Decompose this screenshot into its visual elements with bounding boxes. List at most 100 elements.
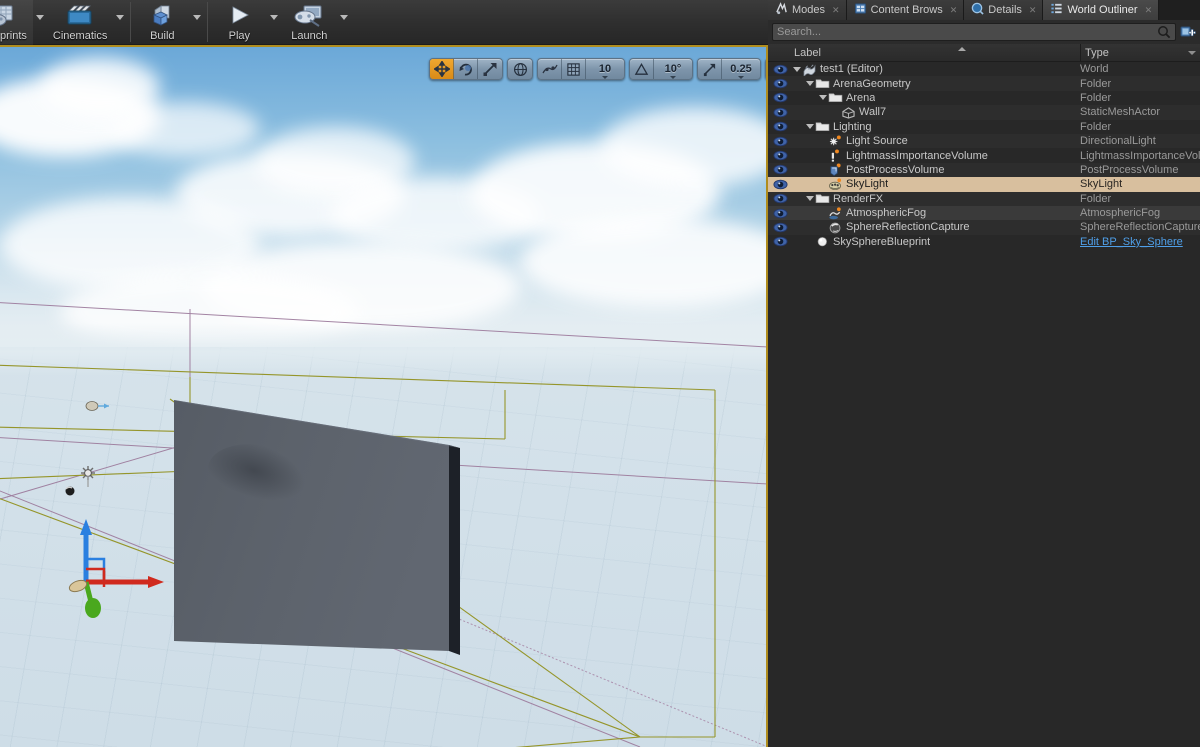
build-button[interactable]: Build (134, 0, 190, 45)
outliner-row-arenageometry[interactable]: ArenaGeometry Folder (768, 76, 1200, 91)
directional-light-sprite[interactable] (84, 397, 110, 415)
surface-snap-toggle[interactable] (538, 59, 562, 79)
outliner-row-lightmassimportancevolume[interactable]: LightmassImportanceVolume LightmassImport… (768, 148, 1200, 162)
expand-twisty-icon[interactable] (805, 194, 814, 203)
outliner-row-atmosphericfog[interactable]: AtmosphericFog AtmosphericFog (768, 205, 1200, 221)
scale-snap-value[interactable]: 0.25 (722, 59, 760, 79)
outliner-row-type: StaticMeshActor (1080, 106, 1161, 119)
launch-dropdown-arrow[interactable] (337, 0, 351, 45)
visibility-eye-icon[interactable] (768, 222, 792, 233)
outliner-row-wall7[interactable]: Wall7 StaticMeshActor (768, 105, 1200, 120)
outliner-row-lighting[interactable]: Lighting Folder (768, 120, 1200, 134)
search-field[interactable] (772, 23, 1176, 41)
expand-twisty-icon[interactable] (805, 79, 814, 88)
level-viewport[interactable]: 10 10° 0.25 (0, 45, 768, 747)
visibility-eye-icon[interactable] (768, 208, 792, 219)
outliner-row-skylight[interactable]: SkyLight SkyLight (768, 177, 1200, 192)
launch-button[interactable]: Launch (281, 0, 337, 45)
cinematics-dropdown-arrow[interactable] (113, 0, 127, 45)
play-dropdown-arrow[interactable] (267, 0, 281, 45)
outliner-search-row (768, 20, 1200, 44)
world-outliner-tree[interactable]: test1 (Editor) World ArenaGeometry Folder Ar… (768, 62, 1200, 747)
outliner-row-edit-link[interactable]: Edit BP_Sky_Sphere (1080, 236, 1200, 248)
clapperboard-icon (63, 4, 97, 30)
visibility-eye-icon[interactable] (768, 236, 792, 247)
reflection-capture-sprite[interactable] (63, 485, 77, 497)
sphere-icon (815, 235, 830, 248)
visibility-eye-icon[interactable] (768, 193, 792, 204)
outliner-row-type: DirectionalLight (1080, 135, 1156, 148)
tab-world-outliner[interactable]: World Outliner ✕ (1043, 0, 1160, 20)
outliner-row-light-source[interactable]: Light Source DirectionalLight (768, 133, 1200, 149)
play-button[interactable]: Play (211, 0, 267, 45)
rotate-mode-button[interactable] (454, 59, 478, 79)
visibility-eye-icon[interactable] (768, 121, 792, 132)
cinematics-label: Cinematics (52, 30, 108, 42)
toolbar-group-build: Build (134, 0, 204, 45)
expand-twisty-icon[interactable] (818, 93, 827, 102)
visibility-eye-icon[interactable] (768, 179, 792, 190)
outliner-row-spherereflectioncapture[interactable]: SphereReflectionCapture SphereReflectionC… (768, 220, 1200, 235)
folder-icon (828, 91, 843, 104)
tab-details-close[interactable]: ✕ (1029, 5, 1037, 16)
visibility-eye-icon[interactable] (768, 107, 792, 118)
wall7-static-mesh[interactable] (0, 47, 766, 747)
tab-modes-close[interactable]: ✕ (832, 5, 840, 16)
angle-snap-value-text: 10° (664, 63, 682, 75)
build-dropdown-arrow[interactable] (190, 0, 204, 45)
outliner-row-label: SphereReflectionCapture (846, 221, 970, 234)
outliner-row-postprocessvolume[interactable]: PostProcessVolume PostProcessVolume (768, 162, 1200, 178)
column-header-type[interactable]: Type (1080, 43, 1200, 62)
blueprints-button[interactable]: Blueprints (0, 0, 33, 45)
tab-content-browser-label: Content Brows (870, 4, 943, 16)
fog-icon (828, 206, 843, 220)
outliner-row-skysphereblueprint[interactable]: SkySphereBlueprint Edit BP_Sky_Sphere (768, 235, 1200, 249)
tab-content-browser-close[interactable]: ✕ (950, 5, 958, 16)
viewport-3d-scene[interactable] (0, 47, 766, 747)
visibility-eye-icon[interactable] (768, 164, 792, 175)
outliner-row-test1-editor[interactable]: test1 (Editor) World (768, 62, 1200, 78)
tab-details-label: Details (988, 4, 1022, 16)
details-magnifier-icon (971, 2, 984, 18)
grid-snap-value[interactable]: 10 (586, 59, 624, 79)
visibility-eye-icon[interactable] (768, 136, 792, 147)
directional-light-icon (828, 135, 843, 148)
transform-gizmo[interactable] (60, 509, 170, 619)
tab-content-browser[interactable]: Content Brows ✕ (846, 0, 965, 20)
outliner-row-label: SkySphereBlueprint (833, 235, 931, 248)
visibility-eye-icon[interactable] (768, 92, 792, 103)
outliner-row-label: Wall7 (859, 106, 887, 119)
blueprints-label: Blueprints (0, 30, 27, 42)
visibility-eye-icon[interactable] (768, 150, 792, 161)
expand-twisty-icon[interactable] (792, 65, 801, 74)
column-options-icon[interactable] (1188, 50, 1196, 55)
outliner-row-type: World (1080, 63, 1109, 76)
skylight-sprite[interactable] (79, 465, 97, 489)
expand-twisty-icon[interactable] (805, 122, 814, 131)
outliner-column-header: Label Type (768, 43, 1200, 62)
column-header-label[interactable]: Label (768, 44, 1080, 62)
scale-snap-toggle[interactable] (698, 59, 722, 79)
translate-mode-button[interactable] (430, 59, 454, 79)
outliner-row-type: Folder (1080, 120, 1112, 133)
visibility-eye-icon[interactable] (768, 78, 792, 89)
scale-mode-button[interactable] (478, 59, 502, 79)
add-actor-button[interactable] (1180, 24, 1196, 40)
tab-modes[interactable]: Modes ✕ (768, 0, 847, 20)
world-coordinate-toggle[interactable] (508, 59, 532, 79)
outliner-row-renderfx[interactable]: RenderFX Folder (768, 191, 1200, 206)
angle-snap-toggle[interactable] (630, 59, 654, 79)
blueprints-dropdown-arrow[interactable] (33, 0, 47, 45)
tab-world-outliner-close[interactable]: ✕ (1145, 5, 1153, 16)
visibility-eye-icon[interactable] (768, 64, 792, 75)
outliner-row-arena[interactable]: Arena Folder (768, 91, 1200, 105)
search-input[interactable] (777, 26, 1157, 38)
tab-details[interactable]: Details ✕ (964, 0, 1044, 20)
outliner-row-label: SkyLight (846, 178, 889, 191)
grid-snap-toggle[interactable] (562, 59, 586, 79)
cinematics-button[interactable]: Cinematics (47, 0, 113, 45)
angle-snap-value[interactable]: 10° (654, 59, 692, 79)
main-toolbar: Blueprints Cinematics (0, 0, 768, 45)
